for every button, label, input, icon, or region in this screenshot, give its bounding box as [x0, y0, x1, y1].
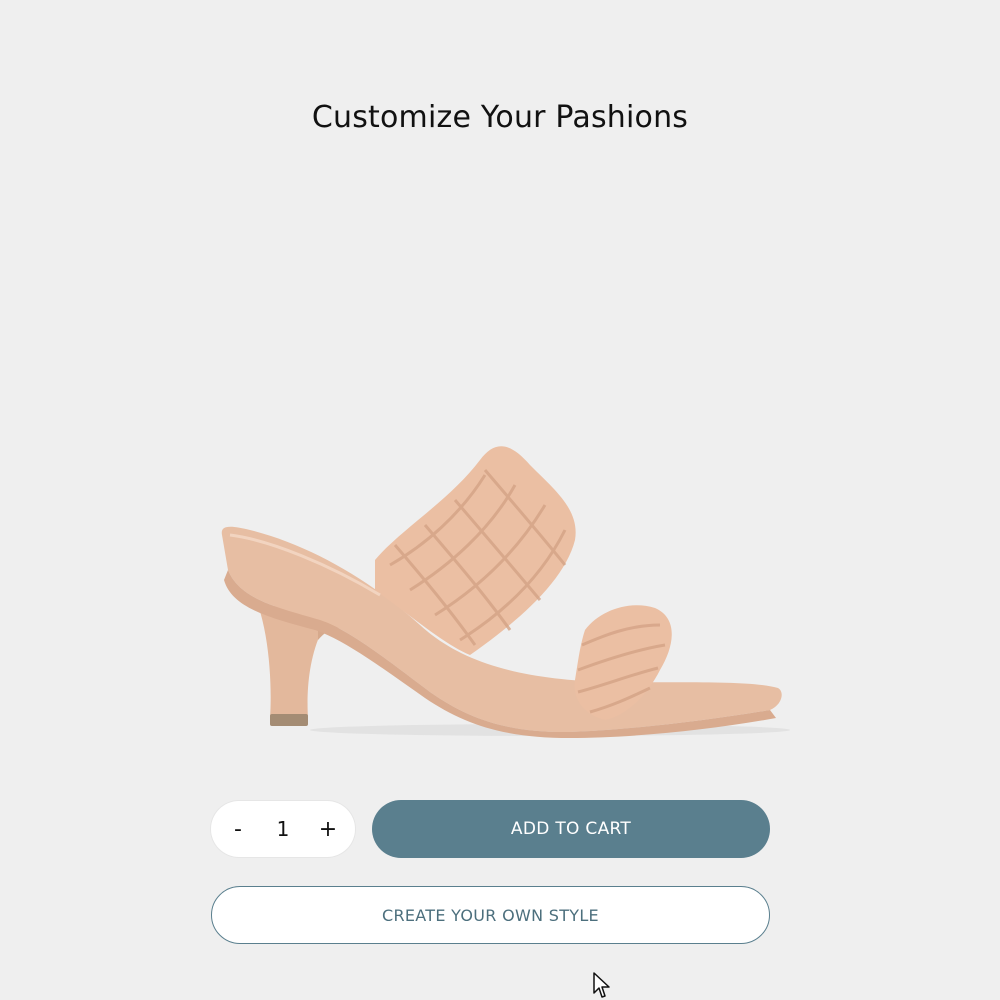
quantity-value[interactable]: 1: [263, 817, 303, 841]
mouse-cursor-icon: [593, 972, 610, 998]
page-title: Customize Your Pashions: [311, 100, 689, 135]
decrement-button[interactable]: -: [223, 809, 253, 849]
quantity-stepper: - 1 +: [211, 801, 355, 857]
increment-button[interactable]: +: [313, 809, 343, 849]
create-your-own-style-button[interactable]: CREATE YOUR OWN STYLE: [211, 886, 770, 944]
add-to-cart-button[interactable]: ADD TO CART: [372, 800, 770, 858]
product-image: [221, 446, 790, 738]
